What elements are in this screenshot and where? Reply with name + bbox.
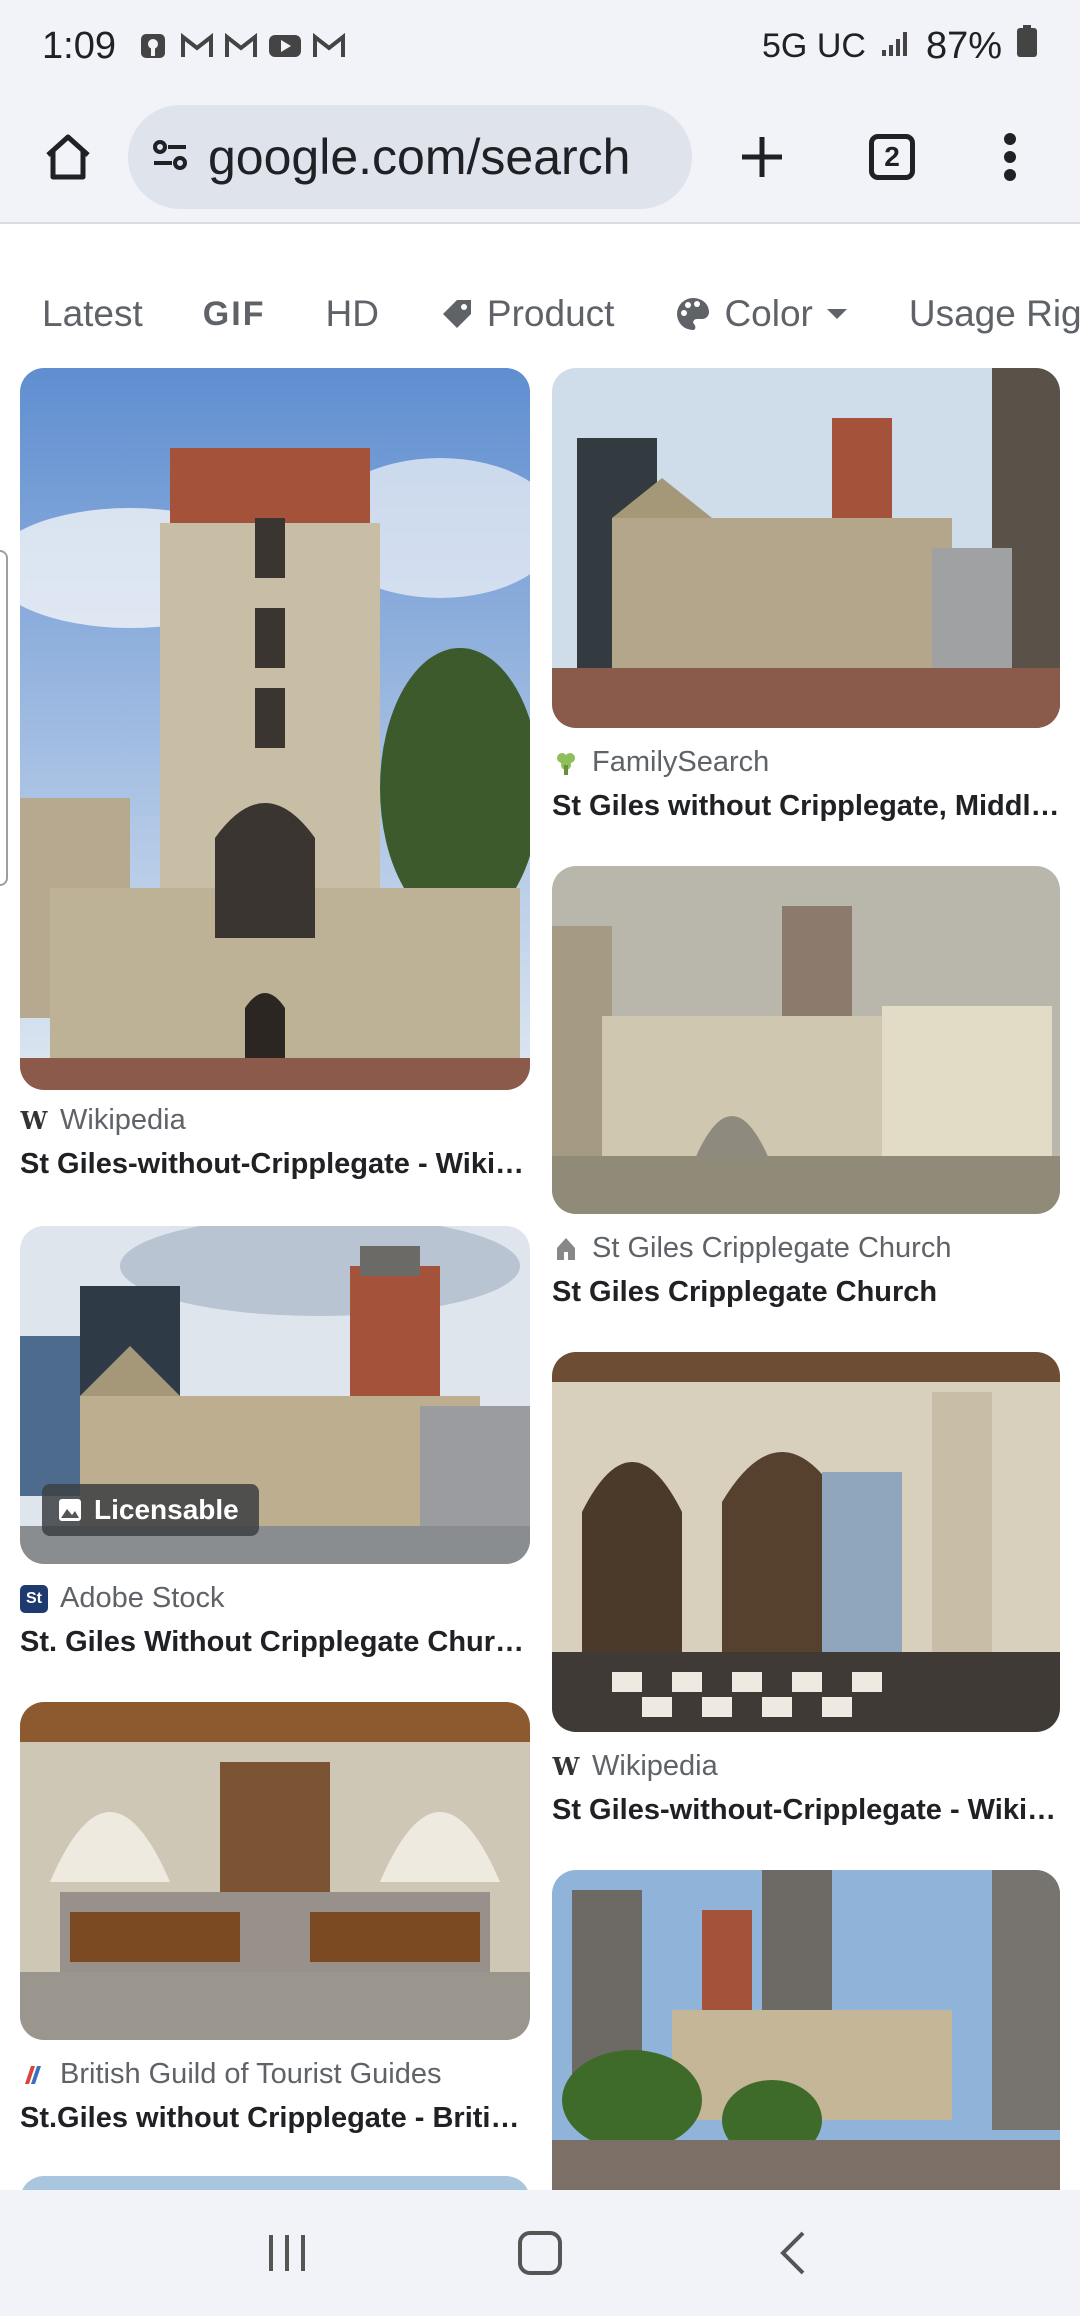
source-name: British Guild of Tourist Guides: [60, 2058, 442, 2090]
chip-latest[interactable]: Latest: [42, 293, 143, 335]
gmail-icon: [180, 31, 214, 61]
result-source[interactable]: British Guild of Tourist Guides: [20, 2058, 441, 2091]
more-vert-icon: [1004, 133, 1016, 181]
licensable-badge[interactable]: Licensable: [42, 1484, 259, 1536]
chip-label: Latest: [42, 293, 143, 334]
status-time: 1:09: [42, 24, 116, 67]
church-favicon-icon: [552, 1235, 580, 1263]
result-source[interactable]: FamilySearch: [552, 746, 769, 779]
result-source[interactable]: W Wikipedia: [552, 1750, 718, 1783]
result-title[interactable]: St Giles-without-Cripplegate - Wiki…: [552, 1794, 1060, 1827]
home-square-icon: [517, 2231, 562, 2275]
adobe-stock-favicon-icon: St: [20, 1584, 48, 1613]
result-image[interactable]: [20, 1702, 530, 2040]
source-name: Wikipedia: [592, 1750, 718, 1782]
chip-hd[interactable]: HD: [325, 293, 378, 335]
wikipedia-favicon-icon: W: [552, 1752, 580, 1781]
result-image[interactable]: [552, 1352, 1060, 1732]
result-image[interactable]: [20, 368, 530, 1090]
result-image[interactable]: Licensable: [20, 1226, 530, 1564]
result-image[interactable]: [552, 1870, 1060, 2190]
tab-count: 2: [869, 134, 915, 180]
result-title[interactable]: St Giles Cripplegate Church: [552, 1276, 1060, 1309]
filter-chips: Latest GIF HD Product Color Usage Righ: [0, 278, 1080, 350]
familysearch-favicon-icon: [552, 749, 580, 777]
result-card[interactable]: St Giles Cripplegate Church St Giles Cri…: [552, 866, 1060, 1316]
result-source[interactable]: W Wikipedia: [20, 1104, 186, 1137]
chip-label: Color: [724, 293, 813, 334]
site-settings-icon[interactable]: [150, 135, 190, 180]
status-bar: 1:09 5G UC 87%: [0, 0, 1080, 92]
result-card[interactable]: W Wikipedia St Giles-without-Cripplegate…: [552, 1352, 1060, 1826]
home-icon: [46, 134, 90, 180]
podcast-icon: [136, 31, 170, 61]
chip-gif[interactable]: GIF: [203, 295, 266, 334]
address-bar[interactable]: google.com/search: [128, 105, 692, 209]
system-nav-bar: [0, 2190, 1080, 2316]
chip-label: Product: [486, 293, 615, 334]
home-button[interactable]: [28, 117, 108, 197]
recent-apps-button[interactable]: [242, 2208, 332, 2298]
home-nav-button[interactable]: [495, 2208, 585, 2298]
badge-label: Licensable: [94, 1494, 239, 1525]
result-title[interactable]: St Giles-without-Cripplegate - Wiki…: [20, 1148, 530, 1181]
battery-level: 87%: [925, 24, 1002, 67]
tab-switcher-button[interactable]: 2: [852, 117, 932, 197]
image-results-grid: W Wikipedia St Giles-without-Cripplegate…: [0, 364, 1080, 2190]
guild-favicon-icon: [20, 2061, 48, 2089]
browser-toolbar: google.com/search 2: [0, 92, 1080, 224]
recent-apps-icon: [268, 2235, 305, 2271]
more-options-button[interactable]: [980, 117, 1040, 197]
result-title[interactable]: St.Giles without Cripplegate - Briti…: [20, 2102, 530, 2135]
new-tab-button[interactable]: [722, 117, 802, 197]
url-text[interactable]: google.com/search: [208, 128, 630, 186]
result-title[interactable]: St Giles without Cripplegate, Middl…: [552, 790, 1060, 823]
battery-icon: [1016, 24, 1038, 68]
network-type: 5G UC: [762, 26, 866, 65]
chip-product[interactable]: Product: [439, 293, 615, 335]
result-title[interactable]: St. Giles Without Cripplegate Chur…: [20, 1626, 530, 1659]
result-image[interactable]: [552, 368, 1060, 728]
youtube-icon: [268, 31, 302, 61]
image-icon: [59, 1499, 81, 1521]
gmail-icon: [312, 31, 346, 61]
result-card[interactable]: FamilySearch St Giles without Cripplegat…: [552, 364, 1060, 834]
back-chevron-icon: [780, 2231, 805, 2275]
chip-usage-rights[interactable]: Usage Righ: [909, 293, 1080, 335]
source-name: FamilySearch: [592, 746, 770, 778]
chip-label: GIF: [202, 294, 266, 333]
source-name: Adobe Stock: [60, 1582, 225, 1614]
result-card[interactable]: Licensable St Adobe Stock St. Giles With…: [20, 1226, 530, 1666]
result-card[interactable]: British Guild of Tourist Guides St.Giles…: [20, 1702, 530, 2142]
chip-color[interactable]: Color: [674, 293, 848, 335]
back-button[interactable]: [748, 2208, 838, 2298]
source-name: Wikipedia: [60, 1104, 186, 1136]
favicon-text: St: [26, 1589, 42, 1607]
tag-icon: [442, 300, 471, 328]
gmail-icon: [224, 31, 258, 61]
result-card[interactable]: W Wikipedia St Giles-without-Cripplegate…: [20, 364, 530, 1194]
source-name: St Giles Cripplegate Church: [592, 1232, 952, 1264]
result-source[interactable]: St Giles Cripplegate Church: [552, 1232, 951, 1265]
chip-label: Usage Righ: [908, 293, 1080, 334]
wikipedia-favicon-icon: W: [20, 1106, 48, 1135]
plus-icon: [742, 137, 782, 177]
signal-icon: [880, 25, 912, 68]
result-source[interactable]: St Adobe Stock: [20, 1582, 224, 1615]
chip-label: HD: [325, 293, 379, 334]
result-image[interactable]: [552, 866, 1060, 1214]
chevron-down-icon: [826, 309, 847, 319]
result-image[interactable]: [20, 2176, 530, 2190]
palette-icon: [677, 298, 710, 330]
